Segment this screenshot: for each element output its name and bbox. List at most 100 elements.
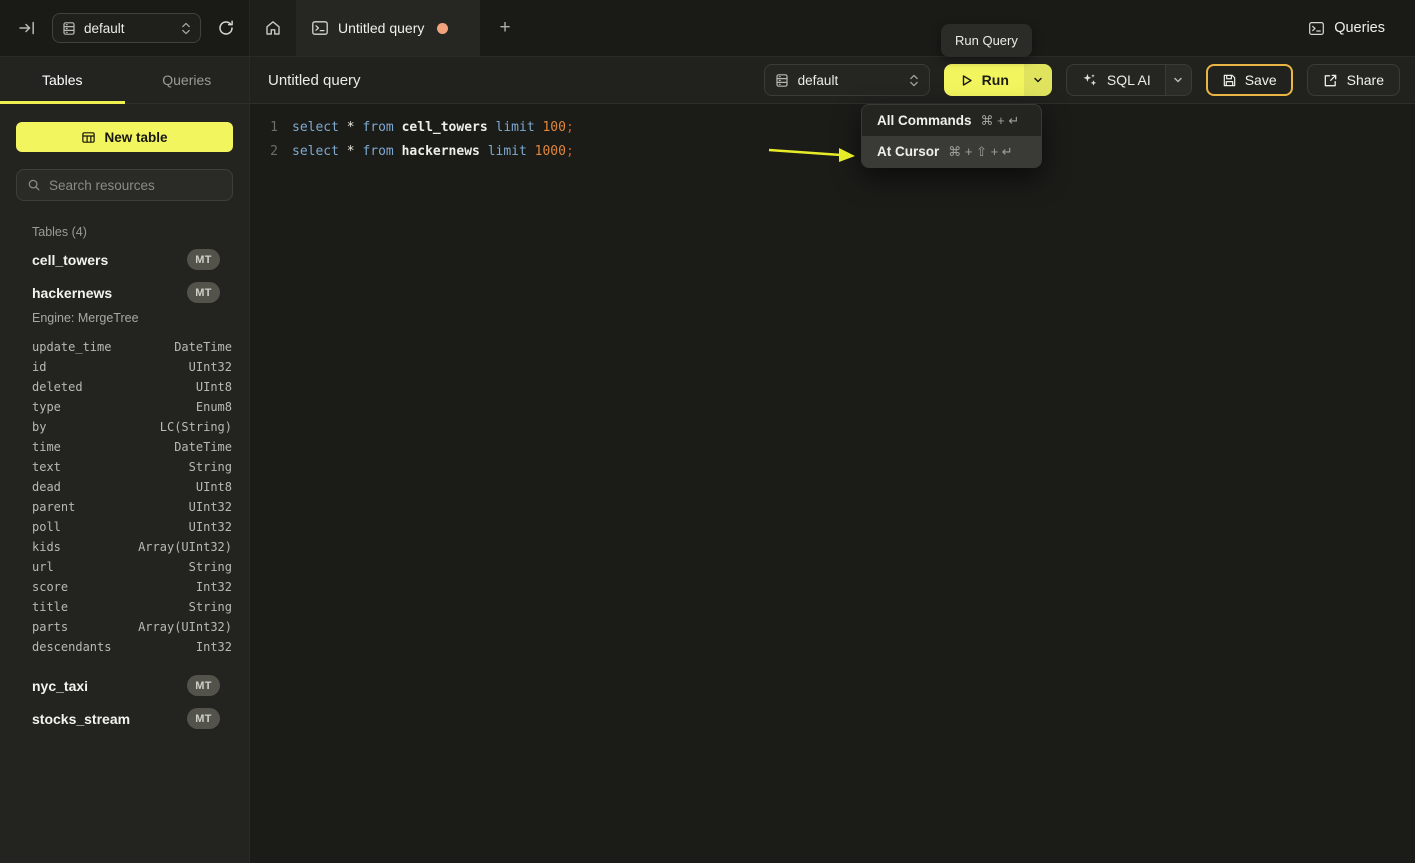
token: ; — [566, 144, 574, 159]
column-name: deleted — [32, 380, 83, 394]
column-name: url — [32, 560, 54, 574]
column-name: id — [32, 360, 46, 374]
sparkles-icon — [1081, 72, 1098, 89]
table-row[interactable]: cell_towers MT — [32, 243, 220, 276]
token: from — [362, 120, 401, 135]
save-button[interactable]: Save — [1206, 64, 1293, 96]
column-type: Int32 — [196, 580, 232, 594]
column-row: titleString — [32, 597, 232, 617]
token: 1000 — [535, 144, 566, 159]
run-menu: All Commands⌘ + ↵ At Cursor ⌘ + ⇧ + ↵ — [861, 104, 1042, 168]
menu-item-label: All Commands — [877, 113, 972, 128]
token: hackernews — [402, 144, 488, 159]
search-icon — [27, 178, 41, 192]
tab-untitled-query[interactable]: Untitled query — [297, 0, 480, 56]
column-row: textString — [32, 457, 232, 477]
token: limit — [496, 120, 543, 135]
column-type: UInt32 — [189, 360, 232, 374]
external-link-icon — [1323, 73, 1338, 88]
table-columns: update_timeDateTimeidUInt32deletedUInt8t… — [0, 337, 249, 657]
column-name: text — [32, 460, 61, 474]
column-type: UInt32 — [189, 500, 232, 514]
collapse-sidebar-icon[interactable] — [18, 19, 36, 37]
plus-icon: + — [499, 17, 510, 39]
code-line[interactable]: 1select * from cell_towers limit 100; — [250, 116, 1415, 140]
query-toolbar: Untitled query default — [250, 57, 1415, 104]
column-row: kidsArray(UInt32) — [32, 537, 232, 557]
table-row[interactable]: hackernewsMT — [32, 276, 220, 309]
table-row[interactable]: stocks_streamMT — [32, 702, 220, 735]
search-input[interactable] — [49, 178, 222, 193]
share-button[interactable]: Share — [1307, 64, 1400, 96]
run-menu-item[interactable]: At Cursor ⌘ + ⇧ + ↵ — [862, 136, 1041, 167]
column-name: dead — [32, 480, 61, 494]
table-name: hackernews — [32, 285, 112, 301]
sql-ai-split-button: SQL AI — [1066, 64, 1192, 96]
column-row: type Enum8 — [32, 397, 232, 417]
queries-button[interactable]: Queries — [1300, 14, 1393, 43]
sql-ai-label: SQL AI — [1107, 72, 1151, 88]
sql-ai-button[interactable]: SQL AI — [1067, 65, 1165, 95]
new-table-button[interactable]: New table — [16, 122, 233, 152]
menu-item-label: At Cursor — [877, 144, 939, 159]
column-type: DateTime — [174, 340, 232, 354]
terminal-icon — [1308, 20, 1325, 37]
refresh-icon[interactable] — [217, 19, 235, 37]
run-options-button[interactable] — [1024, 64, 1052, 96]
token: 100 — [542, 120, 565, 135]
column-name: type — [32, 400, 61, 414]
home-button[interactable] — [250, 0, 297, 56]
column-row: url String — [32, 557, 232, 577]
topbar-database-select[interactable]: default — [52, 13, 201, 43]
save-label: Save — [1245, 72, 1277, 88]
sql-ai-options-button[interactable] — [1165, 65, 1191, 95]
engine-badge: MT — [187, 708, 220, 729]
table-name: nyc_taxi — [32, 678, 88, 694]
tables-list: cell_towersMThackernewsMTEngine: MergeTr… — [0, 243, 249, 735]
column-name: time — [32, 440, 61, 454]
table-name: cell_towers — [32, 252, 108, 268]
run-menu-item[interactable]: All Commands⌘ + ↵ — [862, 105, 1041, 136]
sidebar-tab-tables[interactable]: Tables — [0, 57, 125, 103]
table-row[interactable]: nyc_taxiMT — [32, 669, 220, 702]
column-row: parent UInt32 — [32, 497, 232, 517]
column-name: update_time — [32, 340, 111, 354]
chevrons-updown-icon — [909, 73, 919, 88]
sidebar-tabs: Tables Queries — [0, 57, 249, 104]
column-type: Enum8 — [196, 400, 232, 414]
column-type: DateTime — [174, 440, 232, 454]
code-line[interactable]: 2select * from hackernews limit 1000; — [250, 140, 1415, 164]
token: select — [292, 144, 347, 159]
column-name: parent — [32, 500, 75, 514]
line-number: 1 — [250, 116, 278, 140]
column-row: time DateTime — [32, 437, 232, 457]
search-box — [16, 169, 233, 201]
token: limit — [488, 144, 535, 159]
main-panel: Untitled query default — [250, 57, 1415, 863]
column-type: UInt32 — [189, 520, 232, 534]
column-type: Array(UInt32) — [138, 620, 232, 634]
token: cell_towers — [402, 120, 496, 135]
column-type: String — [189, 560, 232, 574]
query-title: Untitled query — [268, 72, 361, 89]
column-row: deletedUInt8 — [32, 377, 232, 397]
chevron-down-icon — [1172, 74, 1184, 86]
new-tab-button[interactable]: + — [480, 0, 530, 56]
database-icon — [775, 73, 789, 88]
toolbar-controls: default Run — [764, 64, 1400, 96]
topbar-right: Queries — [1300, 0, 1415, 56]
query-database-select[interactable]: default — [764, 64, 930, 96]
run-button[interactable]: Run — [944, 64, 1024, 96]
queries-button-label: Queries — [1334, 20, 1385, 36]
column-row: update_time DateTime — [32, 337, 232, 357]
menu-item-shortcut: ⌘ + ⇧ + ↵ — [948, 144, 1012, 160]
sql-editor[interactable]: 1select * from cell_towers limit 100;2se… — [250, 104, 1415, 164]
terminal-icon — [311, 19, 329, 37]
chevrons-updown-icon — [181, 21, 191, 36]
column-row: pollUInt32 — [32, 517, 232, 537]
token: ; — [566, 120, 574, 135]
tabstrip: Untitled query + — [250, 0, 530, 56]
sidebar: Tables Queries New table Tables (4) cell… — [0, 57, 250, 863]
engine-badge: MT — [187, 249, 220, 270]
sidebar-tab-queries[interactable]: Queries — [125, 57, 250, 103]
